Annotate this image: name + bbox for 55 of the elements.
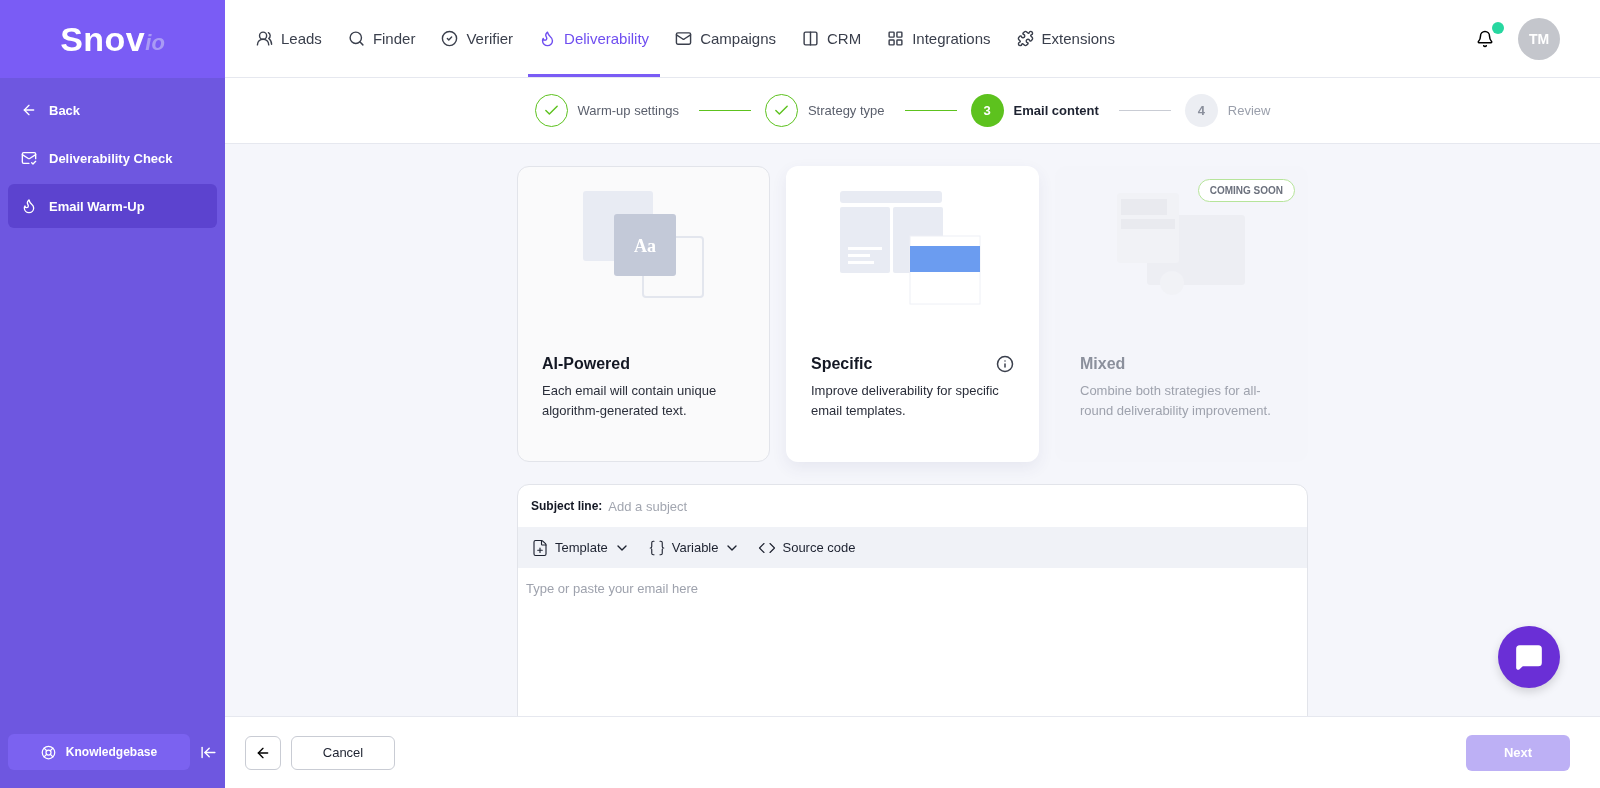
back-button[interactable] [245,735,281,770]
step-label: Review [1227,103,1271,118]
sidebar-item[interactable]: Back [8,88,217,132]
card-title: Mixed [1080,355,1126,373]
users-icon [256,30,273,47]
mail-icon [675,30,693,47]
toolbar-button[interactable]: Template [531,538,630,557]
braces-icon [647,538,666,557]
step-label: Strategy type [807,103,885,118]
nav-tab[interactable]: Campaigns [664,0,787,77]
nav-tab[interactable]: Integrations [876,0,1002,77]
cancel-button[interactable]: Cancel [291,735,395,770]
text-cards-drawing: Aa [582,191,705,301]
nav-tab[interactable]: Extensions [1005,0,1126,77]
nav-tab[interactable]: CRM [791,0,873,77]
toolbar-button[interactable]: Variable [647,538,741,557]
card-title: Specific [811,355,873,373]
info-icon[interactable] [996,355,1014,373]
card-description: Combine both strategies for all-round deliverability improvement. [1080,382,1272,420]
check-circle-icon [441,30,459,47]
lifebuoy-icon [40,744,56,760]
nav-tab[interactable]: Leads [245,0,333,77]
nav-tab[interactable]: Finder [336,0,427,77]
step-indicator: 4 [1184,94,1218,127]
sidebar-label: Email Warm-Up [49,198,145,214]
grid-icon [887,30,905,47]
subject-label: Subject line: [531,499,603,513]
logo-suffix: io [145,30,165,56]
sidebar-label: Deliverability Check [49,150,173,166]
card-description: Improve deliverability for specific email templates. [811,382,1000,420]
mail-check-icon [21,150,37,166]
card-description: Each email will contain unique algorithm-generated text. [542,382,718,420]
step-indicator: 3 [970,94,1004,127]
sidebar-item[interactable]: Deliverability Check [8,136,217,180]
knowledgebase-button[interactable]: Knowledgebase [8,734,190,770]
columns-icon [802,30,819,47]
search-icon [347,30,365,47]
strategy-card[interactable]: Specific Improve deliverability for specific email templates. [786,166,1039,462]
email-editor-field[interactable]: Subject line: Add a subject Template Variable Source code Type or paste your email here [517,484,1308,716]
flame-icon [21,198,37,214]
logo-text: Snov [60,19,146,59]
toolbar-button[interactable]: Source code [758,538,856,557]
bell-icon[interactable] [1476,29,1494,48]
puzzle-icon [1016,30,1034,47]
strategy-card[interactable]: Aa AI-Powered Each email will contain unique algorithm-generated text. [517,166,770,462]
sidebar-item[interactable]: Email Warm-Up [8,184,217,228]
chat-icon [1515,643,1543,671]
step-label: Email content [1013,103,1099,118]
chat-button[interactable] [1498,626,1560,688]
nav-tab[interactable]: Verifier [430,0,525,77]
sidebar-label: Back [49,102,81,118]
file-plus-icon [531,538,549,557]
step-label: Warm-up settings [577,103,679,118]
coming-soon-badge: COMING SOON [1197,179,1295,202]
card-title: AI-Powered [542,355,630,373]
